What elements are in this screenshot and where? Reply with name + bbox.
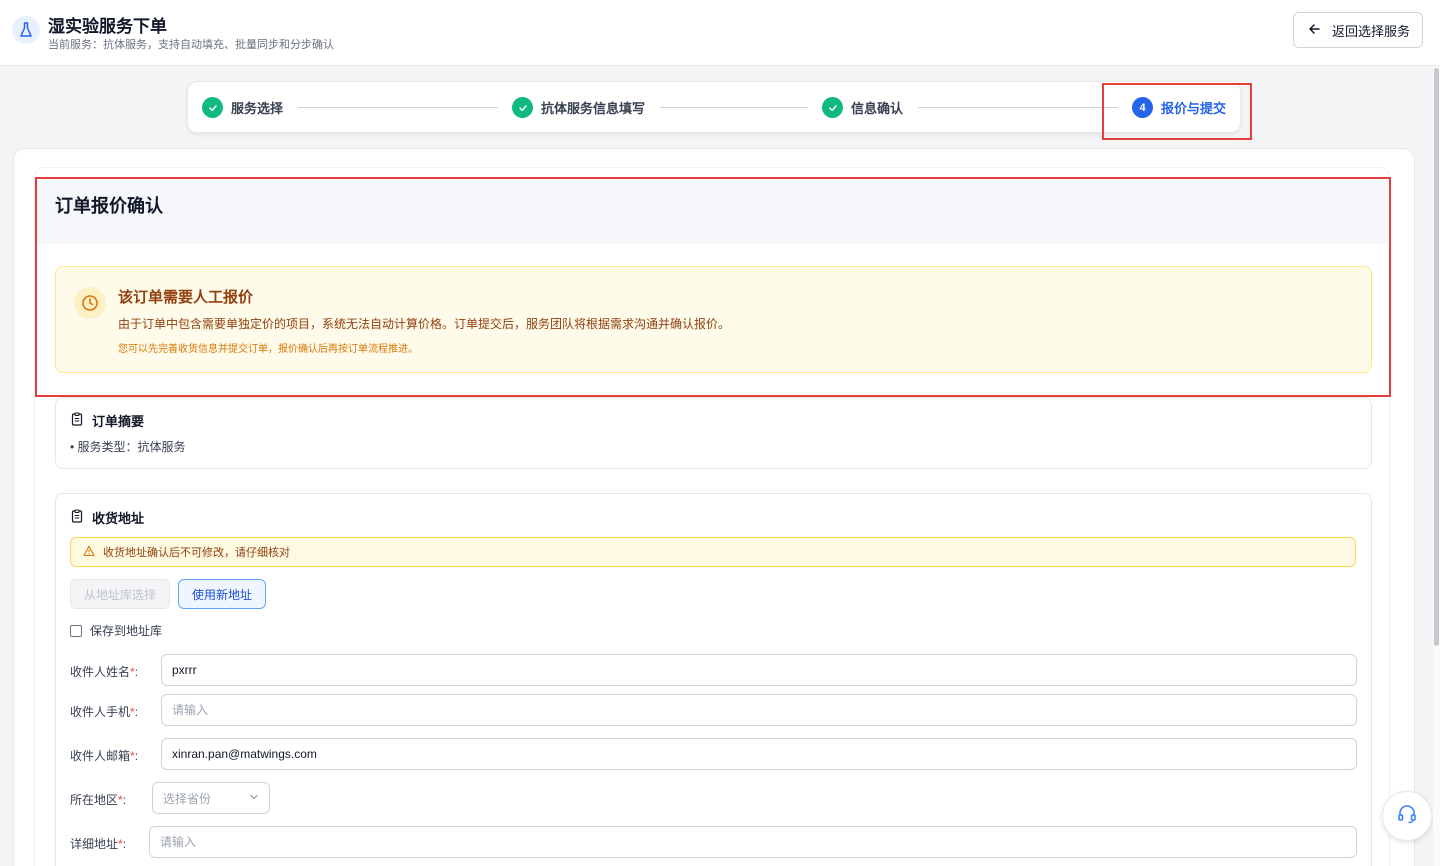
step-label: 抗体服务信息填写 — [541, 101, 646, 116]
recipient-name-input[interactable] — [161, 654, 1357, 686]
save-to-library-option[interactable]: 保存到地址库 — [70, 622, 162, 639]
order-header — [36, 180, 1388, 244]
order-summary-card — [55, 397, 1372, 469]
step-label: 信息确认 — [851, 101, 904, 116]
province-select-placeholder: 选择省份 — [163, 791, 212, 806]
notice-hint: 您可以先完善收货信息并提交订单，报价确认后再按订单流程推进。 — [118, 344, 418, 355]
customer-support-button[interactable] — [1382, 791, 1432, 841]
warning-icon — [83, 545, 95, 560]
step-connector — [298, 107, 498, 108]
region-label: 所在地区*: — [70, 793, 127, 807]
check-icon — [202, 97, 223, 118]
back-to-services-button[interactable]: 返回选择服务 — [1293, 12, 1423, 48]
summary-service-type: • 服务类型：抗体服务 — [70, 440, 186, 454]
check-icon — [512, 97, 533, 118]
recipient-phone-label: 收件人手机*: — [70, 705, 139, 719]
clock-icon — [74, 287, 106, 319]
arrow-left-icon — [1308, 23, 1320, 38]
page-title: 湿实验服务下单 — [48, 17, 167, 36]
address-warning: 收货地址确认后不可修改，请仔细核对 — [70, 537, 1356, 567]
page-subtitle: 当前服务：抗体服务，支持自动填充、批量同步和分步确认 — [48, 39, 334, 51]
flask-icon — [12, 16, 40, 44]
recipient-name-label: 收件人姓名*: — [70, 665, 139, 679]
back-button-label: 返回选择服务 — [1332, 23, 1411, 39]
headset-icon — [1396, 803, 1418, 830]
page-scrollbar-thumb[interactable] — [1434, 68, 1439, 646]
step-connector — [918, 107, 1118, 108]
order-summary-title: 订单摘要 — [70, 411, 144, 430]
province-select[interactable]: 选择省份 — [152, 782, 270, 814]
save-to-library-checkbox[interactable] — [70, 624, 82, 637]
chevron-down-icon — [249, 791, 259, 805]
notice-body: 由于订单中包含需要单独定价的项目，系统无法自动计算价格。订单提交后，服务团队将根… — [118, 317, 731, 331]
step-info-confirm[interactable]: 信息确认 — [822, 97, 903, 118]
order-title: 订单报价确认 — [55, 196, 163, 216]
step-connector — [660, 107, 808, 108]
recipient-phone-input[interactable] — [161, 694, 1357, 726]
shipping-address-title: 收货地址 — [70, 508, 144, 527]
step-antibody-info[interactable]: 抗体服务信息填写 — [512, 97, 645, 118]
save-to-library-label: 保存到地址库 — [90, 624, 163, 638]
clipboard-icon — [70, 509, 84, 526]
stepper: 服务选择 抗体服务信息填写 信息确认 4 报价与提交 — [187, 81, 1241, 133]
use-new-address-button[interactable]: 使用新地址 — [178, 579, 266, 609]
check-icon — [822, 97, 843, 118]
address-warning-text: 收货地址确认后不可修改，请仔细核对 — [103, 547, 290, 559]
detail-address-label: 详细地址*: — [70, 837, 127, 851]
card-title-label: 收货地址 — [92, 511, 145, 526]
notice-title: 该订单需要人工报价 — [118, 289, 254, 306]
card-title-label: 订单摘要 — [92, 414, 145, 429]
step-quote-submit[interactable]: 4 报价与提交 — [1132, 97, 1226, 118]
clipboard-icon — [70, 412, 84, 429]
step-service-select[interactable]: 服务选择 — [202, 97, 283, 118]
app-header: 湿实验服务下单 当前服务：抗体服务，支持自动填充、批量同步和分步确认 返回选择服… — [0, 0, 1440, 66]
step-number: 4 — [1132, 97, 1153, 118]
select-from-library-button[interactable]: 从地址库选择 — [70, 579, 170, 609]
detail-address-input[interactable] — [149, 826, 1357, 858]
recipient-email-input[interactable] — [161, 738, 1357, 770]
step-label: 服务选择 — [231, 101, 284, 116]
step-label: 报价与提交 — [1161, 101, 1227, 116]
recipient-email-label: 收件人邮箱*: — [70, 749, 139, 763]
